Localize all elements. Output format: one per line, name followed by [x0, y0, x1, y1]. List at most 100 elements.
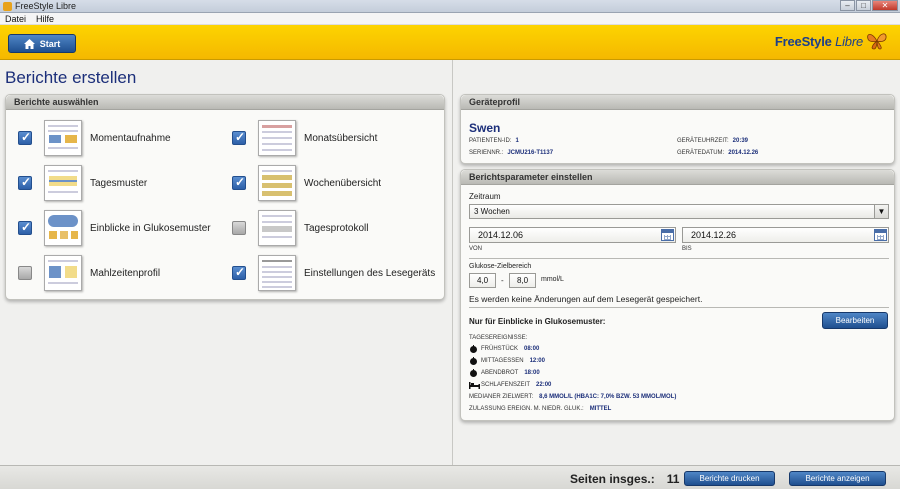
- report-momentaufnahme[interactable]: Momentaufnahme: [18, 119, 171, 157]
- dropdown-arrow-icon[interactable]: ▼: [874, 205, 888, 218]
- apple-icon: [469, 345, 478, 353]
- window-title: FreeStyle Libre: [15, 1, 77, 11]
- serial-value: JCMU216-T1137: [507, 150, 554, 156]
- median-row: Medianer Zielwert: 8,6 mmol/L (HbA1c: 7,0…: [469, 394, 676, 400]
- menu-hilfe[interactable]: Hilfe: [31, 13, 59, 24]
- report-thumbnail: [44, 210, 82, 246]
- report-thumbnail: [258, 165, 296, 201]
- to-date-field[interactable]: 2014.12.26: [682, 227, 889, 243]
- close-icon[interactable]: ✕: [872, 0, 898, 11]
- range-select[interactable]: 3 Wochen ▼: [469, 204, 889, 219]
- device-date-row: Gerätedatum: 2014.12.26: [677, 150, 758, 156]
- butterfly-icon: [867, 33, 887, 50]
- event-bedtime: Schlafenszeit 22:00: [469, 381, 551, 389]
- event-dinner: Abendbrot 18:00: [469, 369, 540, 377]
- insights-title: Nur für Einblicke in Glukosemuster:: [469, 317, 606, 326]
- report-thumbnail: [44, 165, 82, 201]
- apple-icon: [469, 357, 478, 365]
- target-low-input[interactable]: 4,0: [469, 273, 496, 288]
- report-monatsuebersicht[interactable]: Monatsübersicht: [232, 119, 377, 157]
- params-panel-title: Berichtsparameter einstellen: [461, 170, 894, 185]
- device-time-value: 20:39: [732, 138, 749, 144]
- checkbox-monatsuebersicht[interactable]: [232, 130, 246, 145]
- apple-icon: [469, 369, 478, 377]
- maximize-icon[interactable]: □: [856, 0, 871, 11]
- pages-count: 11: [666, 472, 680, 486]
- report-label: Monatsübersicht: [304, 132, 378, 144]
- report-tagesmuster[interactable]: Tagesmuster: [18, 164, 147, 202]
- calendar-icon[interactable]: [874, 229, 887, 241]
- window-titlebar: FreeStyle Libre – □ ✕: [0, 0, 900, 13]
- report-einblicke[interactable]: Einblicke in Glukosemuster: [18, 209, 211, 247]
- serial-row: Seriennr.: JCMU216-T1137: [469, 150, 553, 156]
- report-label: Tagesmuster: [90, 177, 148, 189]
- target-dash: -: [501, 276, 504, 285]
- pane-divider: [452, 60, 453, 465]
- start-button[interactable]: Start: [8, 34, 76, 53]
- event-breakfast: Frühstück 08:00: [469, 345, 539, 353]
- target-high-input[interactable]: 8,0: [509, 273, 536, 288]
- checkbox-einstellungen[interactable]: [232, 265, 246, 280]
- device-date-label: Gerätedatum:: [677, 150, 725, 156]
- edit-button[interactable]: Bearbeiten: [822, 312, 888, 329]
- show-reports-button[interactable]: Berichte anzeigen: [789, 471, 886, 486]
- allow-label: Zulassung ereign. m. niedr. Gluk.:: [469, 406, 584, 412]
- report-label: Einstellungen des Lesegeräts: [304, 267, 436, 279]
- to-label: BIS: [682, 246, 692, 252]
- app-header: Start FreeStyle Libre: [0, 25, 900, 60]
- checkbox-tagesprotokoll[interactable]: [232, 221, 246, 235]
- pages-total: Seiten insges.: 11: [570, 472, 679, 486]
- report-params-panel: Berichtsparameter einstellen Zeitraum 3 …: [460, 169, 895, 421]
- footer-bar: Seiten insges.: 11 Berichte drucken Beric…: [0, 465, 900, 489]
- report-thumbnail: [44, 255, 82, 291]
- event-lunch: Mittagessen 12:00: [469, 357, 545, 365]
- patient-name: Swen: [469, 121, 501, 135]
- calendar-icon[interactable]: [661, 229, 674, 241]
- event-label: Frühstück: [481, 346, 518, 352]
- report-wochenuebersicht[interactable]: Wochenübersicht: [232, 164, 381, 202]
- range-label: Zeitraum: [469, 192, 501, 201]
- event-time: 22:00: [536, 382, 552, 388]
- checkbox-tagesmuster[interactable]: [18, 175, 32, 190]
- logo-accent: Libre: [835, 33, 863, 49]
- device-time-label: Geräteuhrzeit:: [677, 138, 729, 144]
- device-panel-title: Geräteprofil: [461, 95, 894, 110]
- report-thumbnail: [258, 210, 296, 246]
- report-thumbnail: [258, 255, 296, 291]
- minimize-icon[interactable]: –: [840, 0, 855, 11]
- patient-id-label: Patienten-ID:: [469, 138, 512, 144]
- checkbox-momentaufnahme[interactable]: [18, 130, 32, 145]
- report-mahlzeitenprofil[interactable]: Mahlzeitenprofil: [18, 254, 160, 292]
- checkbox-mahlzeitenprofil[interactable]: [18, 266, 32, 280]
- patient-id-row: Patienten-ID: 1: [469, 138, 519, 144]
- event-time: 18:00: [524, 370, 540, 376]
- menu-datei[interactable]: Datei: [0, 13, 31, 24]
- from-date-field[interactable]: 2014.12.06: [469, 227, 676, 243]
- home-icon: [23, 38, 35, 49]
- start-label: Start: [39, 38, 61, 49]
- page-title: Berichte erstellen: [5, 68, 137, 87]
- checkbox-wochenuebersicht[interactable]: [232, 175, 246, 190]
- checkbox-einblicke[interactable]: [18, 220, 32, 235]
- event-label: Mittagessen: [481, 358, 524, 364]
- report-thumbnail: [258, 120, 296, 156]
- report-label: Mahlzeitenprofil: [90, 267, 161, 279]
- print-reports-button[interactable]: Berichte drucken: [684, 471, 775, 486]
- pages-label: Seiten insges.:: [570, 472, 655, 486]
- median-label: Medianer Zielwert:: [469, 394, 534, 400]
- divider: [469, 307, 889, 308]
- serial-label: Seriennr.:: [469, 150, 504, 156]
- events-title: Tagesereignisse:: [469, 335, 528, 341]
- no-change-note: Es werden keine Änderungen auf dem Leseg…: [469, 294, 703, 304]
- median-value: 8,6 mmol/L (HbA1c: 7,0% bzw. 53 mmol/mol…: [539, 394, 677, 400]
- reports-panel: Berichte auswählen Momentaufnahme Monats…: [5, 94, 445, 300]
- logo-main: FreeStyle: [774, 33, 832, 49]
- report-tagesprotokoll[interactable]: Tagesprotokoll: [232, 209, 368, 247]
- report-label: Wochenübersicht: [304, 177, 382, 189]
- device-time-row: Geräteuhrzeit: 20:39: [677, 138, 748, 144]
- bed-icon: [469, 381, 480, 389]
- device-date-value: 2014.12.26: [728, 150, 759, 156]
- freestyle-logo: FreeStyle Libre: [775, 30, 888, 52]
- target-range-label: Glukose-Zielbereich: [469, 263, 532, 270]
- report-einstellungen[interactable]: Einstellungen des Lesegeräts: [232, 254, 435, 292]
